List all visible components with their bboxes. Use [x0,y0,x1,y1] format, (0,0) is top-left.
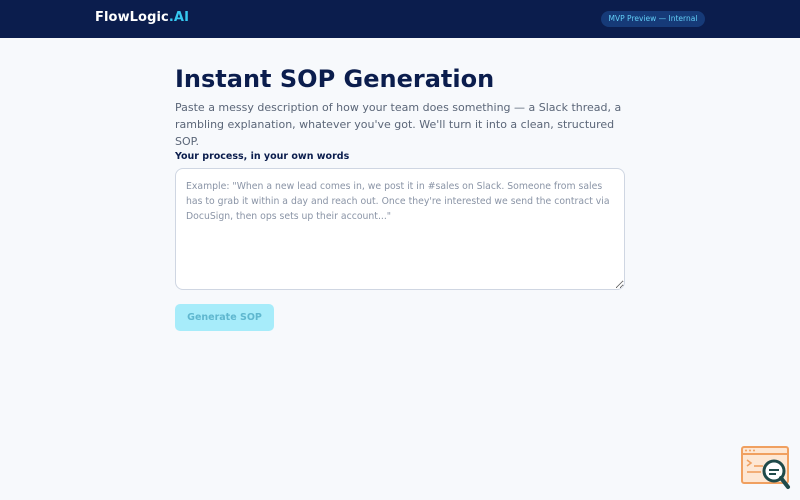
page-subtitle: Paste a messy description of how your te… [175,101,622,148]
search-document-icon[interactable] [741,446,791,490]
page-title: Instant SOP Generation [175,65,495,93]
logo-main: FlowLogic [95,10,169,25]
process-description-input[interactable] [175,168,625,290]
process-field-label: Your process, in your own words [175,151,350,162]
logo-accent: .AI [168,10,190,25]
preview-badge: MVP Preview — Internal [601,11,705,27]
top-navbar: FlowLogic.AI MVP Preview — Internal [0,0,800,38]
app-logo[interactable]: FlowLogic.AI [95,10,189,25]
generate-sop-button[interactable]: Generate SOP [175,304,274,331]
